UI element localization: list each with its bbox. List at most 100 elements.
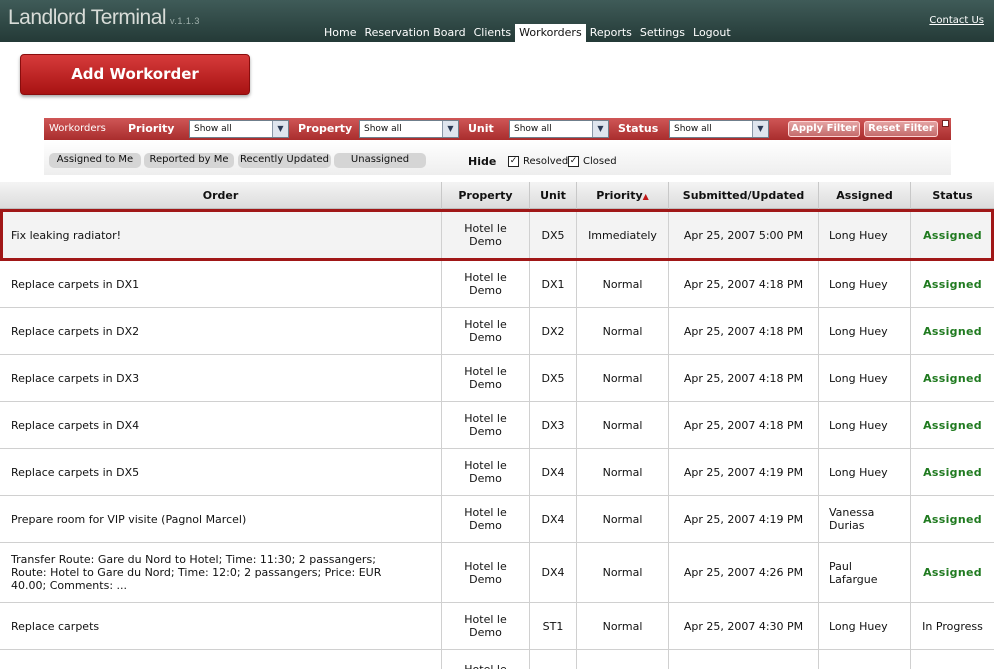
quick-filter-bar: Assigned to Me Reported by Me Recently U…: [44, 140, 951, 175]
cell-unit: DX1: [530, 261, 577, 307]
priority-filter-label: Priority: [128, 122, 175, 135]
cell-order: Replace carpets in DX3: [0, 355, 442, 401]
cell-property: Hotel le Demo: [442, 212, 530, 258]
closed-checkbox[interactable]: ✓: [568, 156, 579, 167]
cell-assigned-text: Long Huey: [829, 324, 888, 338]
quick-filter-recently-updated[interactable]: Recently Updated: [238, 153, 331, 168]
cell-order: Replace carpets: [0, 603, 442, 649]
status-select-value: Show all: [674, 124, 712, 134]
nav-reservation-board[interactable]: Reservation Board: [360, 24, 469, 42]
collapse-icon[interactable]: _: [942, 120, 949, 127]
cell-priority-text: Normal: [602, 418, 643, 432]
table-row[interactable]: Hotel le: [0, 650, 994, 669]
filter-section-label: Workorders: [49, 123, 106, 134]
cell-priority: Normal: [577, 402, 669, 448]
priority-select-value: Show all: [194, 124, 232, 134]
cell-assigned: Long Huey: [819, 212, 911, 258]
cell-property: Hotel le Demo: [442, 543, 530, 602]
cell-property: Hotel le Demo: [442, 496, 530, 542]
quick-filter-unassigned[interactable]: Unassigned: [334, 153, 426, 168]
cell-property-text: Hotel le Demo: [464, 613, 507, 639]
cell-unit: DX4: [530, 449, 577, 495]
cell-order-text: Replace carpets in DX4: [11, 418, 140, 432]
cell-property-text: Hotel le Demo: [464, 506, 507, 532]
cell-assigned-text: Long Huey: [829, 371, 888, 385]
cell-assigned: Long Huey: [819, 308, 911, 354]
cell-status-text: Assigned: [923, 228, 982, 242]
cell-order-text: Replace carpets in DX2: [11, 324, 140, 338]
cell-order-text: Replace carpets in DX3: [11, 371, 140, 385]
cell-property: Hotel le: [442, 650, 530, 669]
cell-submitted-text: Apr 25, 2007 4:18 PM: [683, 418, 804, 432]
table-row[interactable]: Transfer Route: Gare du Nord to Hotel; T…: [0, 543, 994, 603]
cell-status-text: Assigned: [923, 566, 982, 579]
cell-unit-text: DX3: [541, 418, 565, 432]
table-row[interactable]: Replace carpets in DX4 Hotel le Demo DX3 No…: [0, 402, 994, 449]
status-select[interactable]: Show all ▼: [669, 120, 769, 138]
cell-unit-text: DX2: [541, 324, 565, 338]
cell-priority-text: Normal: [602, 324, 643, 338]
quick-filter-reported-by-me[interactable]: Reported by Me: [144, 153, 234, 168]
cell-status-text: Assigned: [923, 371, 982, 385]
cell-status-text: In Progress: [922, 619, 983, 633]
table-row[interactable]: Replace carpets in DX1 Hotel le Demo DX1 No…: [0, 261, 994, 308]
unit-filter-label: Unit: [468, 122, 494, 135]
cell-priority-text: Immediately: [588, 228, 657, 242]
cell-unit: ST1: [530, 603, 577, 649]
cell-submitted-text: Apr 25, 2007 4:18 PM: [683, 371, 804, 385]
cell-submitted: Apr 25, 2007 4:18 PM: [669, 308, 819, 354]
cell-submitted-text: Apr 25, 2007 4:26 PM: [683, 566, 804, 579]
cell-order-text: Replace carpets: [11, 619, 100, 633]
cell-unit-text: ST1: [542, 619, 564, 633]
cell-submitted-text: Apr 25, 2007 4:19 PM: [683, 512, 804, 526]
nav-settings[interactable]: Settings: [636, 24, 689, 42]
cell-submitted: Apr 25, 2007 4:26 PM: [669, 543, 819, 602]
cell-priority: Normal: [577, 355, 669, 401]
cell-status: Assigned: [911, 308, 994, 354]
column-header-submitted[interactable]: Submitted/Updated: [669, 182, 819, 209]
table-row[interactable]: Replace carpets in DX2 Hotel le Demo DX2 No…: [0, 308, 994, 355]
column-header-assigned[interactable]: Assigned: [819, 182, 911, 209]
cell-order-text: Transfer Route: Gare du Nord to Hotel; T…: [11, 553, 382, 592]
cell-status-text: Assigned: [923, 277, 982, 291]
table-row[interactable]: Replace carpets in DX5 Hotel le Demo DX4 No…: [0, 449, 994, 496]
unit-select[interactable]: Show all ▼: [509, 120, 609, 138]
chevron-down-icon: ▼: [272, 121, 288, 137]
cell-status: Assigned: [911, 355, 994, 401]
cell-submitted: [669, 650, 819, 669]
table-row[interactable]: Replace carpets Hotel le Demo ST1 Normal Apr…: [0, 603, 994, 650]
column-header-unit[interactable]: Unit: [530, 182, 577, 209]
cell-submitted-text: Apr 25, 2007 4:18 PM: [683, 324, 804, 338]
cell-order: Replace carpets in DX2: [0, 308, 442, 354]
nav-clients[interactable]: Clients: [470, 24, 516, 42]
cell-submitted-text: Apr 25, 2007 4:19 PM: [683, 465, 804, 479]
priority-select[interactable]: Show all ▼: [189, 120, 289, 138]
reset-filter-button[interactable]: Reset Filter: [864, 121, 938, 137]
nav-logout[interactable]: Logout: [689, 24, 735, 42]
cell-order: Replace carpets in DX1: [0, 261, 442, 307]
cell-status-text: Assigned: [923, 465, 982, 479]
closed-checkbox-label: Closed: [583, 156, 617, 167]
cell-priority: Normal: [577, 496, 669, 542]
cell-priority: Normal: [577, 261, 669, 307]
contact-us-link[interactable]: Contact Us: [929, 15, 984, 26]
cell-property: Hotel le Demo: [442, 355, 530, 401]
table-row[interactable]: Fix leaking radiator! Hotel le Demo DX5 Imm…: [0, 209, 994, 261]
add-workorder-button[interactable]: Add Workorder: [20, 54, 250, 95]
cell-status: Assigned: [911, 402, 994, 448]
table-row[interactable]: Prepare room for VIP visite (Pagnol Marc…: [0, 496, 994, 543]
cell-unit: DX2: [530, 308, 577, 354]
nav-reports[interactable]: Reports: [586, 24, 636, 42]
resolved-checkbox[interactable]: ✓: [508, 156, 519, 167]
column-header-priority[interactable]: Priority▲: [577, 182, 669, 209]
column-header-order[interactable]: Order: [0, 182, 442, 209]
table-row[interactable]: Replace carpets in DX3 Hotel le Demo DX5 No…: [0, 355, 994, 402]
apply-filter-button[interactable]: Apply Filter: [788, 121, 860, 137]
cell-status: Assigned: [911, 212, 994, 258]
column-header-status[interactable]: Status: [911, 182, 994, 209]
nav-home[interactable]: Home: [320, 24, 360, 42]
column-header-property[interactable]: Property: [442, 182, 530, 209]
property-select[interactable]: Show all ▼: [359, 120, 459, 138]
quick-filter-assigned-to-me[interactable]: Assigned to Me: [49, 153, 141, 168]
nav-workorders[interactable]: Workorders: [515, 24, 586, 42]
